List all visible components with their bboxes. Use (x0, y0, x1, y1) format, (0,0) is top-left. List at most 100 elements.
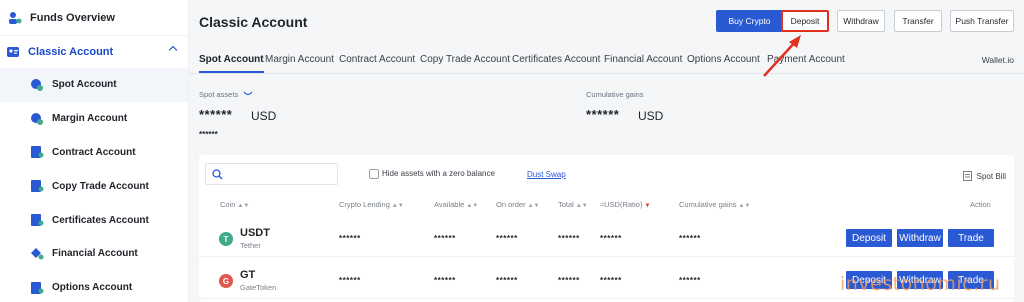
funds-overview-icon (9, 11, 22, 24)
sidebar-item-label: Financial Account (52, 248, 138, 260)
transfer-button[interactable]: Transfer (894, 10, 942, 32)
spot-bill-label: Spot Bill (976, 171, 1006, 181)
spot-icon (31, 78, 43, 91)
sidebar: Funds Overview Classic Account Spot Acco… (0, 0, 189, 302)
chevron-up-icon[interactable] (168, 45, 178, 55)
sidebar-item-label: Margin Account (52, 113, 128, 125)
col-on-order[interactable]: On order ▲▼ (496, 200, 540, 209)
usd-value: ****** (600, 276, 622, 285)
classic-account-group[interactable]: Classic Account (0, 36, 188, 68)
eye-icon[interactable] (243, 91, 253, 97)
spot-bill-link[interactable]: Spot Bill (962, 171, 1006, 181)
on-order-value: ****** (496, 276, 518, 285)
sort-icon: ▲▼ (237, 203, 250, 209)
account-tabs: Spot Account Margin Account Contract Acc… (189, 46, 1024, 74)
available-value: ****** (434, 276, 456, 285)
main-content: Classic Account Buy Crypto Deposit Withd… (189, 0, 1024, 302)
cumulative-gains-label: Cumulative gains (586, 90, 644, 99)
spot-assets-sub: ****** (199, 130, 218, 139)
cumulative-gains-unit: USD (638, 109, 664, 123)
col-available[interactable]: Available ▲▼ (434, 200, 478, 209)
col-usd-ratio[interactable]: ≈USD(Ratio) ▼ (600, 200, 650, 209)
sidebar-item-financial[interactable]: Financial Account (0, 237, 188, 271)
withdraw-button[interactable]: Withdraw (837, 10, 885, 32)
certificate-icon (31, 214, 44, 227)
sidebar-item-copy-trade[interactable]: Copy Trade Account (0, 169, 188, 203)
dust-swap-link[interactable]: Dust Swap (527, 170, 566, 179)
total-value: ****** (558, 234, 580, 243)
sort-desc-icon: ▼ (644, 203, 651, 209)
sidebar-item-contract[interactable]: Contract Account (0, 136, 188, 170)
hide-zero-checkbox[interactable] (369, 169, 379, 179)
sidebar-item-label: Contract Account (52, 146, 136, 158)
tab-certificates-account[interactable]: Certificates Account (512, 54, 600, 65)
sidebar-item-certificates[interactable]: Certificates Account (0, 203, 188, 237)
margin-icon (31, 112, 43, 125)
wallet-link[interactable]: Wallet.io (982, 55, 1014, 65)
buy-crypto-button[interactable]: Buy Crypto (716, 10, 783, 32)
sidebar-item-spot[interactable]: Spot Account (0, 68, 188, 102)
row-deposit-button[interactable]: Deposit (846, 229, 892, 247)
col-crypto-lending[interactable]: Crypto Lending ▲▼ (339, 200, 404, 209)
total-value: ****** (558, 276, 580, 285)
search-input[interactable] (205, 163, 338, 185)
bill-icon (962, 171, 972, 181)
options-icon (31, 281, 44, 294)
copy-trade-icon (31, 180, 44, 193)
tab-margin-account[interactable]: Margin Account (265, 54, 334, 65)
sidebar-item-label: Certificates Account (52, 214, 149, 226)
coin-symbol: USDT (240, 227, 270, 239)
lending-value: ****** (339, 276, 361, 285)
lending-value: ****** (339, 234, 361, 243)
sort-icon: ▲▼ (738, 203, 751, 209)
tab-contract-account[interactable]: Contract Account (339, 54, 415, 65)
col-total[interactable]: Total ▲▼ (558, 200, 588, 209)
watermark-text: investonomic.ru (840, 273, 1001, 295)
sidebar-item-label: Spot Account (52, 79, 117, 91)
tab-spot-account[interactable]: Spot Account (199, 54, 264, 73)
search-icon (212, 169, 223, 180)
gains-value: ****** (679, 234, 701, 243)
sidebar-item-label: Copy Trade Account (52, 180, 149, 192)
coin-name: GateToken (240, 283, 277, 292)
tab-options-account[interactable]: Options Account (687, 54, 760, 65)
funds-overview-label: Funds Overview (30, 11, 115, 24)
funds-overview-item[interactable]: Funds Overview (0, 0, 188, 36)
sort-icon: ▲▼ (575, 203, 588, 209)
push-transfer-button[interactable]: Push Transfer (950, 10, 1014, 32)
sort-icon: ▲▼ (527, 203, 540, 209)
on-order-value: ****** (496, 234, 518, 243)
deposit-button[interactable]: Deposit (781, 10, 829, 32)
sidebar-item-margin[interactable]: Margin Account (0, 102, 188, 136)
col-cumulative-gains[interactable]: Cumulative gains ▲▼ (679, 200, 750, 209)
coin-name: Tether (240, 241, 261, 250)
available-value: ****** (434, 234, 456, 243)
financial-icon (31, 247, 44, 260)
usd-value: ****** (600, 234, 622, 243)
hide-zero-label: Hide assets with a zero balance (382, 169, 495, 178)
spot-assets-label: Spot assets (199, 90, 239, 99)
gains-value: ****** (679, 276, 701, 285)
classic-account-icon (7, 47, 19, 57)
gt-icon: G (219, 274, 233, 288)
usdt-icon: T (219, 232, 233, 246)
row-trade-button[interactable]: Trade (948, 229, 994, 247)
classic-account-label: Classic Account (28, 46, 114, 58)
table-row: T USDT Tether ****** ****** ****** *****… (199, 219, 1014, 257)
sort-icon: ▲▼ (391, 203, 404, 209)
col-action: Action (970, 200, 991, 209)
tab-financial-account[interactable]: Financial Account (604, 54, 682, 65)
spot-assets-value: ****** (199, 107, 233, 122)
col-coin: Coin ▲▼ (220, 200, 250, 209)
contract-icon (31, 146, 44, 159)
coin-symbol: GT (240, 269, 256, 281)
spot-assets-unit: USD (251, 109, 277, 123)
cumulative-gains-value: ****** (586, 107, 620, 122)
page-title: Classic Account (199, 14, 308, 30)
sidebar-item-label: Options Account (52, 282, 133, 294)
sort-icon: ▲▼ (466, 203, 479, 209)
annotation-arrow (763, 35, 801, 77)
row-withdraw-button[interactable]: Withdraw (897, 229, 943, 247)
tab-copy-trade-account[interactable]: Copy Trade Account (420, 54, 510, 65)
sidebar-item-options[interactable]: Options Account (0, 271, 188, 302)
